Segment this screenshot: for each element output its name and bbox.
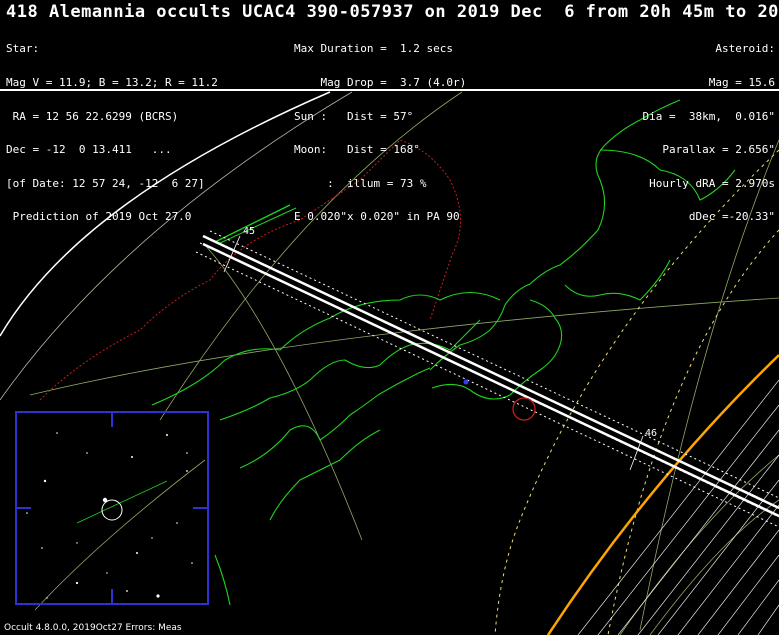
asteroid-diameter: Dia = 38km, 0.016" [642,109,775,123]
prediction-date: Prediction of 2019 Oct 27.0 [6,210,192,224]
star-dec: Dec = -12 0 13.411 ... [6,143,172,157]
night-hatching [577,379,779,635]
track-segment-2 [219,207,297,244]
mag-drop: Mag Drop = 3.7 (4.0r) [294,76,467,90]
moon-distance: Moon: Dist = 168° [294,143,420,157]
event-title: 418 Alemannia occults UCAC4 390-057937 o… [6,2,779,22]
error-ellipse: E 0.020"x 0.020" in PA 90 [294,210,460,224]
star-info-block: Star: Mag V = 11.9; B = 13.2; R = 11.2 R… [6,21,218,245]
field-stars [26,432,193,599]
star-of-date: [of Date: 12 57 24, -12 6 27] [6,176,205,190]
occultation-map-window: 45 46 418 Alemannia occults UCAC4 390-05… [0,0,779,635]
header-separator [0,89,779,91]
asteroid-heading: Asteroid: [715,42,775,56]
star-chart-inset [15,411,209,605]
asteroid-magnitude: Mag = 15.6 [708,76,775,90]
lat-label-45: 45 [243,226,255,237]
moon-illumination: : illum = 73 % [294,176,427,190]
star-field [26,432,193,599]
max-duration: Max Duration = 1.2 secs [294,42,453,56]
star-ra: RA = 12 56 22.6299 (BCRS) [6,109,179,123]
event-info-block: Max Duration = 1.2 secs Mag Drop = 3.7 (… [294,21,466,245]
star-magnitude: Mag V = 11.9; B = 13.2; R = 11.2 [6,76,218,90]
occultation-path [195,230,779,528]
asteroid-track [76,480,168,524]
sun-terminator [546,354,779,635]
footer-version: Occult 4.8.0.0, 2019Oct27 Errors: Meas [4,623,182,633]
site-marker [463,379,469,385]
ddec: dDec =-20.33" [688,210,775,224]
star-heading: Star: [6,42,40,56]
observer-circle [512,397,536,421]
sun-distance: Sun : Dist = 57° [294,109,414,123]
lat-label-46: 46 [645,428,657,439]
asteroid-info-block: Asteroid: Mag = 15.6 Dia = 38km, 0.016" … [592,21,775,245]
hourly-dra: Hourly dRA = 2.970s [649,176,775,190]
parallax: Parallax = 2.656" [662,143,775,157]
